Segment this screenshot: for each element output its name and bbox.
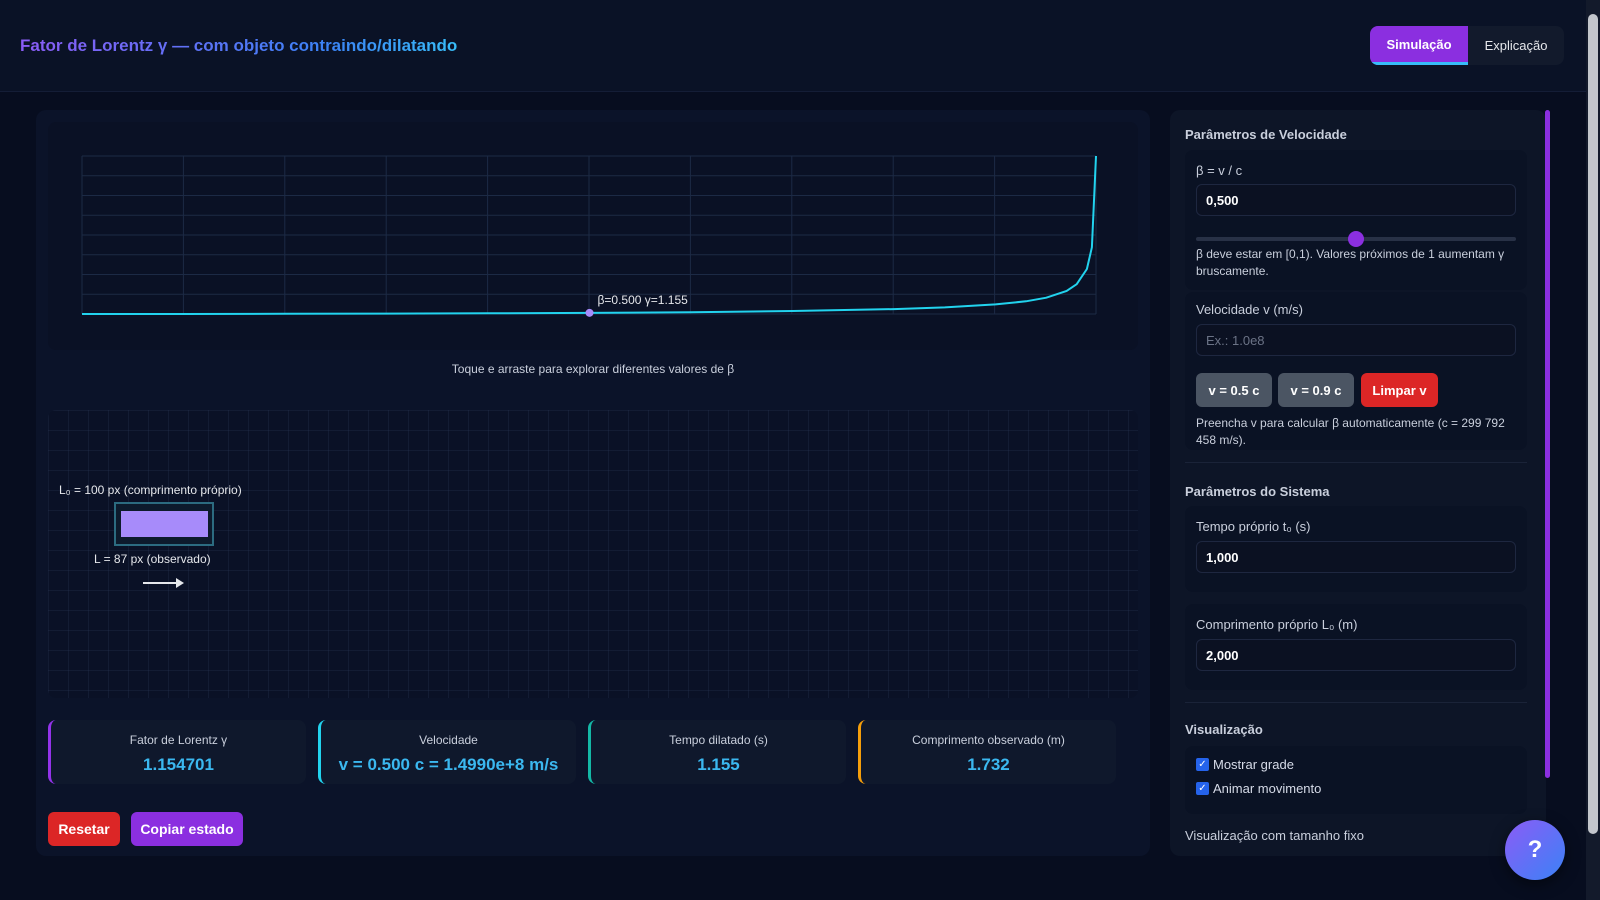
beta-marker-label: β=0.500 γ=1.155 (598, 293, 689, 307)
preset-half-c-button[interactable]: v = 0.5 c (1196, 373, 1272, 407)
help-button[interactable]: ? (1505, 820, 1565, 880)
contraction-visualization: L₀ = 100 px (comprimento próprio) L = 87… (48, 410, 1138, 698)
moving-object (121, 511, 208, 537)
controls-sidebar: Parâmetros de Velocidade β = v / c 0,500… (1170, 110, 1546, 856)
stat-value: 1.154701 (143, 755, 214, 774)
animate-label: Animar movimento (1213, 781, 1322, 796)
reset-button[interactable]: Resetar (48, 812, 120, 846)
arrow-right-icon (143, 578, 184, 588)
beta-slider[interactable] (1196, 231, 1516, 247)
section-divider (1185, 462, 1527, 463)
stat-card-gamma: Fator de Lorentz γ 1.154701 (48, 720, 306, 784)
stat-label: Tempo dilatado (s) (669, 733, 768, 747)
fixed-size-label: Visualização com tamanho fixo (1185, 828, 1364, 843)
chart-hint: Toque e arraste para explorar diferentes… (451, 362, 735, 376)
velocity-card: Velocidade v (m/s) Ex.: 1.0e8 v = 0.5 c … (1185, 292, 1527, 450)
preset-09c-button[interactable]: v = 0.9 c (1278, 373, 1354, 407)
stat-label: Comprimento observado (m) (912, 733, 1065, 747)
moving-object-frame (114, 502, 214, 546)
show-grid-checkbox[interactable]: ✓ (1196, 758, 1209, 771)
stat-card-length: Comprimento observado (m) 1.732 (858, 720, 1116, 784)
stat-card-velocity: Velocidade v = 0.500 c = 1.4990e+8 m/s (318, 720, 576, 784)
sidebar-scrollbar[interactable] (1545, 110, 1550, 778)
beta-card: β = v / c 0,500 β deve estar em [0,1). V… (1185, 150, 1527, 290)
animate-option[interactable]: ✓ Animar movimento (1196, 781, 1321, 796)
stats-row: Fator de Lorentz γ 1.154701 Velocidade v… (48, 720, 1138, 784)
system-section-title: Parâmetros do Sistema (1185, 484, 1330, 499)
lorentz-chart[interactable]: β=0.500 γ=1.155 (48, 122, 1138, 350)
beta-help: β deve estar em [0,1). Valores próximos … (1196, 247, 1505, 278)
animate-checkbox[interactable]: ✓ (1196, 782, 1209, 795)
section-divider (1185, 702, 1527, 703)
visual-options-card: ✓ Mostrar grade ✓ Animar movimento (1185, 746, 1527, 814)
stat-value: 1.155 (697, 755, 740, 774)
beta-marker[interactable] (585, 308, 594, 317)
velocity-label: Velocidade v (m/s) (1196, 302, 1303, 317)
proper-time-label: Tempo próprio t₀ (s) (1196, 519, 1311, 534)
tab-simulacao[interactable]: Simulação (1370, 26, 1468, 65)
clear-velocity-button[interactable]: Limpar v (1361, 373, 1438, 407)
stat-value: 1.732 (967, 755, 1010, 774)
velocity-help: Preencha v para calcular β automaticamen… (1196, 416, 1505, 447)
proper-time-input[interactable]: 1,000 (1196, 541, 1516, 573)
lorentz-chart-svg[interactable]: β=0.500 γ=1.155 (48, 122, 1138, 350)
stat-card-time: Tempo dilatado (s) 1.155 (588, 720, 846, 784)
length-card: Comprimento próprio L₀ (m) 2,000 (1185, 604, 1527, 690)
stat-label: Fator de Lorentz γ (129, 733, 228, 747)
show-grid-option[interactable]: ✓ Mostrar grade (1196, 757, 1294, 772)
page-scrollbar[interactable] (1586, 0, 1600, 900)
copy-state-button[interactable]: Copiar estado (131, 812, 243, 846)
page-title: Fator de Lorentz γ — com objeto contrain… (20, 36, 458, 55)
time-card: Tempo próprio t₀ (s) 1,000 (1185, 506, 1527, 592)
velocity-input[interactable]: Ex.: 1.0e8 (1196, 324, 1516, 356)
stat-label: Velocidade (419, 733, 478, 747)
observed-length-label: L = 87 px (observado) (94, 552, 211, 566)
page-scrollbar-thumb[interactable] (1588, 14, 1598, 834)
velocity-section-title: Parâmetros de Velocidade (1185, 127, 1347, 142)
proper-length-label: L₀ = 100 px (comprimento próprio) (59, 483, 242, 497)
stat-value: v = 0.500 c = 1.4990e+8 m/s (338, 755, 559, 774)
app-header: Fator de Lorentz γ — com objeto contrain… (0, 0, 1600, 92)
tab-explicacao[interactable]: Explicação (1468, 26, 1564, 65)
proper-length-input[interactable]: 2,000 (1196, 639, 1516, 671)
beta-label: β = v / c (1196, 163, 1243, 178)
beta-slider-thumb[interactable] (1348, 231, 1364, 247)
visual-section-title: Visualização (1185, 722, 1263, 737)
proper-length-field-label: Comprimento próprio L₀ (m) (1196, 617, 1358, 632)
tab-bar: Simulação Explicação (1370, 26, 1564, 65)
show-grid-label: Mostrar grade (1213, 757, 1294, 772)
simulation-panel: β=0.500 γ=1.155 Toque e arraste para exp… (36, 110, 1150, 856)
beta-input[interactable]: 0,500 (1196, 184, 1516, 216)
